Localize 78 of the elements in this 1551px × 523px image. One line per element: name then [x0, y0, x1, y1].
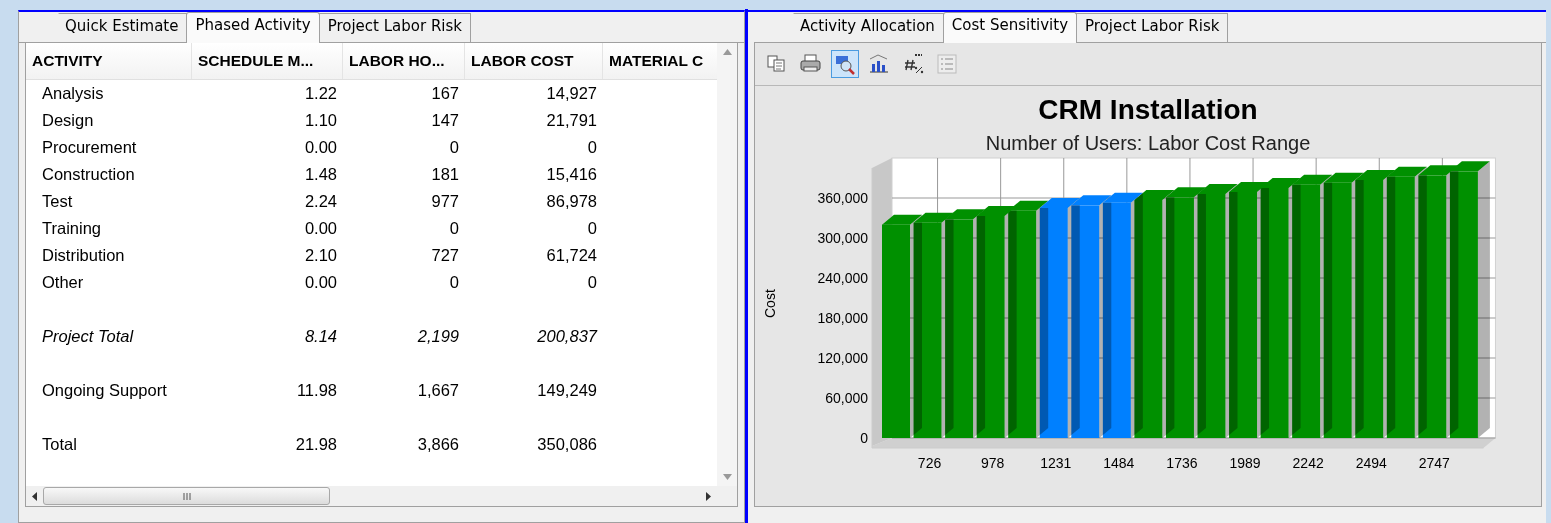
- table-cell-text: 181: [430, 165, 460, 184]
- table-cell-text: 1,667: [416, 381, 460, 400]
- table-cell-text: 0: [586, 138, 598, 157]
- table-cell-text: Ongoing Support: [41, 381, 168, 400]
- table-cell-text: 0: [448, 273, 460, 292]
- x-tick-label: 2494: [1355, 455, 1387, 471]
- y-tick-label: 360,000: [817, 190, 868, 206]
- table-cell-text: Procurement: [41, 138, 138, 157]
- chart-subtitle: Number of Users: Labor Cost Range: [985, 132, 1311, 155]
- x-tick-label: 1736: [1166, 455, 1198, 471]
- table-cell-text: 727: [430, 246, 460, 265]
- table-cell-text: 350,086: [536, 435, 598, 454]
- x-tick-label: 978: [980, 455, 1005, 471]
- table-cell-text: 61,724: [545, 246, 598, 265]
- table-cell-text: Total: [41, 435, 78, 454]
- table-cell-text: Other: [41, 273, 85, 292]
- table-cell-text: 2.24: [303, 192, 338, 211]
- x-tick-label: 2242: [1292, 455, 1324, 471]
- table-cell-text: 149,249: [536, 381, 598, 400]
- table-cell-text: 0: [586, 273, 598, 292]
- table-cell-text: Project Total: [41, 327, 135, 346]
- x-tick-label: 726: [917, 455, 942, 471]
- tab[interactable]: Project Labor Risk: [318, 13, 471, 42]
- scroll-left-icon[interactable]: [32, 491, 37, 501]
- table-cell-text: Training: [41, 219, 102, 238]
- table-cell-text: 0: [448, 219, 460, 238]
- column-header[interactable]: SCHEDULE M...: [192, 43, 343, 79]
- tab[interactable]: Project Labor Risk: [1076, 13, 1229, 42]
- table-cell-text: 167: [430, 84, 460, 103]
- column-header[interactable]: ACTIVITY: [26, 43, 192, 79]
- table-cell-text: 11.98: [295, 381, 338, 400]
- table-cell-text: 200,837: [536, 327, 599, 346]
- table-cell-text: 0.00: [303, 219, 338, 238]
- x-tick-label: 1231: [1040, 455, 1072, 471]
- x-tick-label: 1484: [1103, 455, 1135, 471]
- table-cell-text: 21,791: [545, 111, 598, 130]
- y-tick-label: 300,000: [817, 230, 868, 246]
- y-tick-label: 0: [860, 430, 868, 446]
- table-cell-text: 86,978: [545, 192, 598, 211]
- table-cell-text: 0.00: [303, 138, 338, 157]
- y-tick-label: 240,000: [817, 270, 868, 286]
- table-cell-text: 15,416: [545, 165, 598, 184]
- table-cell-text: Test: [41, 192, 74, 211]
- chart-title: CRM Installation: [1038, 94, 1258, 126]
- table-cell-text: 21.98: [294, 435, 338, 454]
- x-tick-label: 1989: [1229, 455, 1261, 471]
- scrollbar-thumb[interactable]: [43, 487, 330, 505]
- table-cell-text: Construction: [41, 165, 136, 184]
- x-tick-label: 2747: [1418, 455, 1450, 471]
- scroll-down-icon[interactable]: [722, 474, 732, 480]
- grip-icon: [182, 492, 191, 500]
- table-cell-text: Distribution: [41, 246, 126, 265]
- table-cell-text: Design: [41, 111, 95, 130]
- table-cell-text: 1.10: [303, 111, 338, 130]
- table-cell-text: 147: [430, 111, 460, 130]
- column-header[interactable]: LABOR COST: [465, 43, 603, 79]
- scroll-up-icon[interactable]: [722, 49, 732, 55]
- table-cell-text: 1.48: [303, 165, 338, 184]
- magnifier-button[interactable]: [831, 50, 859, 78]
- table-cell-text: 14,927: [545, 84, 598, 103]
- table-cell-text: 977: [430, 192, 460, 211]
- table-cell-text: 3,866: [416, 435, 460, 454]
- scroll-right-icon[interactable]: [706, 491, 711, 501]
- y-tick-label: 60,000: [825, 390, 868, 406]
- table-cell-text: 0: [586, 219, 598, 238]
- table-cell-text: 1.22: [303, 84, 338, 103]
- table-cell-text: 2,199: [416, 327, 460, 346]
- table-cell-text: Analysis: [41, 84, 105, 103]
- column-header[interactable]: LABOR HO...: [343, 43, 465, 79]
- table-cell-text: 2.10: [303, 246, 338, 265]
- table-cell-text: 0: [448, 138, 460, 157]
- tab[interactable]: Phased Activity: [186, 12, 320, 43]
- table-cell-text: 8.14: [303, 327, 338, 346]
- tab[interactable]: Cost Sensitivity: [942, 12, 1078, 43]
- y-tick-label: 120,000: [817, 350, 868, 366]
- y-axis-label: Cost: [762, 289, 778, 318]
- table-cell-text: 0.00: [303, 273, 338, 292]
- y-tick-label: 180,000: [817, 310, 868, 326]
